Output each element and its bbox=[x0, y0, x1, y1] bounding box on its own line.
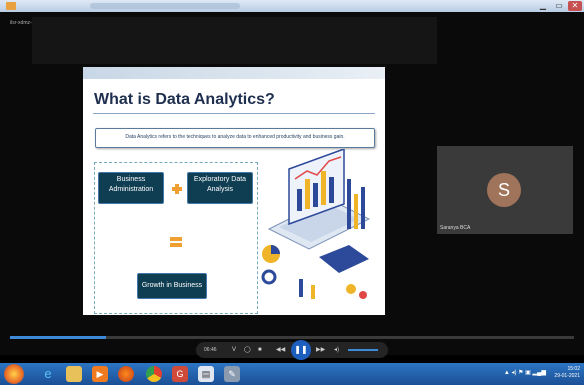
video-top-strip bbox=[32, 17, 437, 64]
taskbar-clock[interactable]: 15:02 29-01-2021 bbox=[554, 366, 580, 380]
firefox-icon[interactable] bbox=[118, 366, 134, 382]
subtitles-icon[interactable]: V bbox=[232, 342, 236, 358]
definition-text: Data Analytics refers to the techniques … bbox=[125, 134, 345, 140]
slide-title: What is Data Analytics? bbox=[94, 91, 275, 108]
paint-icon[interactable]: ✎ bbox=[224, 366, 240, 382]
volume-slider[interactable] bbox=[348, 349, 378, 351]
clock-time: 15:02 bbox=[567, 366, 580, 372]
chrome-icon[interactable] bbox=[146, 366, 162, 382]
file-explorer-icon[interactable] bbox=[66, 366, 82, 382]
system-tray[interactable]: ▲ ◂) ⚑ ▣ ▂▄▆ bbox=[504, 369, 546, 376]
analytics-illustration bbox=[261, 149, 371, 299]
internet-explorer-icon[interactable]: e bbox=[40, 366, 56, 382]
clock-date: 29-01-2021 bbox=[554, 373, 580, 379]
equals-icon bbox=[170, 237, 182, 247]
plus-icon bbox=[172, 184, 182, 194]
participant-avatar: S bbox=[487, 173, 521, 207]
app-icon bbox=[6, 2, 16, 10]
window-title-blurred bbox=[90, 3, 240, 9]
node-business-administration: Business Administration bbox=[98, 172, 164, 204]
participant-name: Saranya BCA bbox=[440, 225, 471, 231]
window-titlebar: ▁ ▭ ✕ bbox=[0, 0, 584, 12]
slide-header-band bbox=[83, 67, 385, 79]
minimize-button[interactable]: ▁ bbox=[536, 1, 550, 11]
rewind-icon[interactable]: ◀◀ bbox=[276, 342, 285, 358]
presentation-slide: What is Data Analytics? Data Analytics r… bbox=[83, 67, 385, 315]
elapsed-time: 06:46 bbox=[204, 347, 217, 353]
maximize-button[interactable]: ▭ bbox=[552, 1, 566, 11]
taskbar: e ▶ G ▤ ✎ ▲ ◂) ⚑ ▣ ▂▄▆ 15:02 29-01-2021 bbox=[0, 363, 584, 385]
repeat-icon[interactable]: ◯ bbox=[244, 342, 251, 358]
window-controls: ▁ ▭ ✕ bbox=[536, 1, 582, 11]
close-button[interactable]: ✕ bbox=[568, 1, 582, 11]
node-growth-in-business: Growth in Business bbox=[137, 273, 207, 299]
player-controls: 06:46 V ◯ ■ ◀◀ ❚❚ ▶▶ ◂) bbox=[196, 340, 388, 360]
stop-icon[interactable]: ■ bbox=[258, 342, 262, 358]
pause-button[interactable]: ❚❚ bbox=[291, 340, 311, 360]
app-icon-red[interactable]: G bbox=[172, 366, 188, 382]
speaker-icon[interactable]: ◂) bbox=[334, 342, 339, 358]
start-button[interactable] bbox=[4, 364, 24, 384]
media-player-icon[interactable]: ▶ bbox=[92, 366, 108, 382]
seek-bar-progress bbox=[10, 336, 106, 339]
title-divider bbox=[93, 113, 375, 114]
definition-box: Data Analytics refers to the techniques … bbox=[95, 128, 375, 148]
fast-forward-icon[interactable]: ▶▶ bbox=[316, 342, 325, 358]
notepad-icon[interactable]: ▤ bbox=[198, 366, 214, 382]
node-exploratory-data-analysis: Exploratory Data Analysis bbox=[187, 172, 253, 204]
